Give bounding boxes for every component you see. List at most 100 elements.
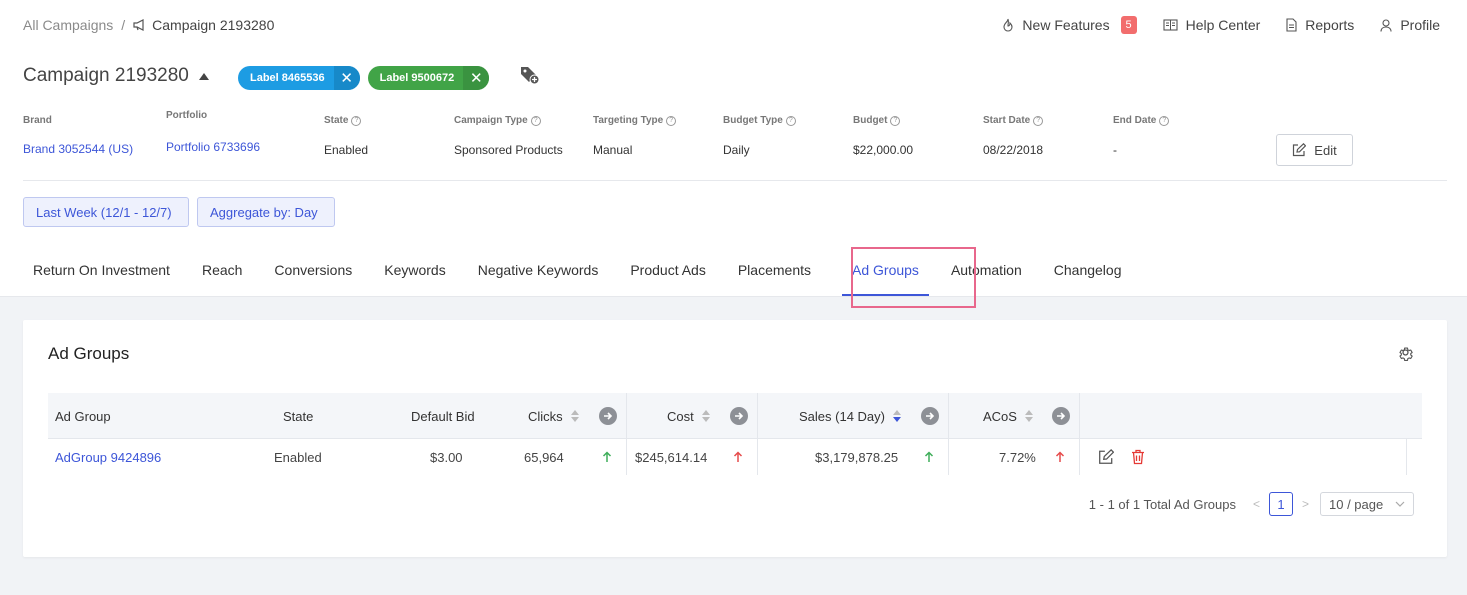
field-brand: Brand Brand 3052544 (US) xyxy=(23,115,133,156)
field-label-text: Campaign Type xyxy=(454,115,528,126)
field-state: State? Enabled xyxy=(324,115,368,157)
remove-label-icon[interactable]: ✕ xyxy=(463,66,490,90)
ad-group-link[interactable]: AdGroup 9424896 xyxy=(55,439,161,475)
help-icon[interactable]: ? xyxy=(1159,115,1170,126)
collapse-caret-icon[interactable] xyxy=(198,72,209,80)
highlight-box xyxy=(851,247,976,308)
tab-changelog[interactable]: Changelog xyxy=(1054,262,1122,296)
help-icon[interactable]: ? xyxy=(1033,115,1044,126)
field-label-text: Budget Type xyxy=(723,115,783,126)
column-acos[interactable]: ACoS xyxy=(983,393,1033,439)
field-label: End Date? xyxy=(1113,115,1170,126)
field-label-text: Budget xyxy=(853,115,888,126)
label-tag: Label 8465536 ✕ xyxy=(238,66,360,90)
new-features-link[interactable]: New Features 5 xyxy=(1002,16,1137,34)
column-sales[interactable]: Sales (14 Day) xyxy=(799,393,901,439)
sort-icon[interactable] xyxy=(701,410,710,422)
column-divider xyxy=(757,439,758,475)
column-state[interactable]: State xyxy=(283,393,313,439)
reports-link[interactable]: Reports xyxy=(1286,17,1354,33)
field-budget-type: Budget Type? Daily xyxy=(723,115,796,157)
breadcrumb-root-link[interactable]: All Campaigns xyxy=(23,17,113,33)
campaign-title-row: Campaign 2193280 xyxy=(23,65,209,87)
book-icon xyxy=(1163,19,1178,31)
field-targeting-type: Targeting Type? Manual xyxy=(593,115,677,157)
tab-keywords[interactable]: Keywords xyxy=(384,262,445,296)
column-divider xyxy=(948,439,949,475)
column-divider xyxy=(948,393,949,439)
edit-button[interactable]: Edit xyxy=(1276,134,1353,166)
edit-icon xyxy=(1292,143,1307,157)
help-icon[interactable]: ? xyxy=(666,115,677,126)
field-label: Brand xyxy=(23,115,52,126)
help-icon[interactable]: ? xyxy=(351,115,362,126)
tab-placements[interactable]: Placements xyxy=(738,262,811,296)
field-value: $22,000.00 xyxy=(853,143,914,157)
portfolio-link[interactable]: Portfolio 6733696 xyxy=(166,140,260,154)
tab-negative-keywords[interactable]: Negative Keywords xyxy=(478,262,599,296)
help-center-link[interactable]: Help Center xyxy=(1163,17,1261,33)
prev-page-icon[interactable]: < xyxy=(1250,497,1263,511)
column-divider xyxy=(757,393,758,439)
chevron-down-icon xyxy=(1395,501,1405,507)
column-cost[interactable]: Cost xyxy=(667,393,710,439)
tab-conversions[interactable]: Conversions xyxy=(274,262,352,296)
field-label: Budget Type? xyxy=(723,115,796,126)
next-page-icon[interactable]: > xyxy=(1299,497,1312,511)
trend-up-arrow-icon xyxy=(924,439,934,475)
field-value: 08/22/2018 xyxy=(983,143,1044,157)
sort-icon[interactable] xyxy=(1024,410,1033,422)
compare-arrow-icon[interactable] xyxy=(599,393,617,439)
breadcrumb-current-label: Campaign 2193280 xyxy=(152,17,275,33)
field-label: State? xyxy=(324,115,362,126)
cell-acos: 7.72% xyxy=(999,449,1036,465)
add-label-icon[interactable] xyxy=(520,66,540,84)
help-icon[interactable]: ? xyxy=(530,115,541,126)
help-center-label: Help Center xyxy=(1185,17,1261,33)
trend-up-arrow-icon xyxy=(733,439,743,475)
help-icon[interactable]: ? xyxy=(785,115,796,126)
document-icon xyxy=(1286,18,1297,32)
compare-arrow-icon[interactable] xyxy=(921,393,939,439)
date-range-picker[interactable]: Last Week (12/1 - 12/7) xyxy=(23,197,189,227)
sort-icon[interactable] xyxy=(570,410,579,422)
column-ad-group[interactable]: Ad Group xyxy=(55,393,111,439)
edit-button-label: Edit xyxy=(1314,142,1337,158)
brand-link[interactable]: Brand 3052544 (US) xyxy=(23,142,133,156)
pagination: 1 - 1 of 1 Total Ad Groups < 1 > 10 / pa… xyxy=(1089,492,1414,516)
aggregate-selector[interactable]: Aggregate by: Day xyxy=(197,197,335,227)
field-budget: Budget? $22,000.00 xyxy=(853,115,913,157)
tab-product-ads[interactable]: Product Ads xyxy=(630,262,706,296)
profile-link[interactable]: Profile xyxy=(1380,17,1440,33)
sort-icon[interactable] xyxy=(892,410,901,422)
flame-icon xyxy=(1002,18,1014,32)
compare-arrow-icon[interactable] xyxy=(1052,393,1070,439)
tab-bar: Return On Investment Reach Conversions K… xyxy=(33,262,1154,296)
breadcrumb-current: Campaign 2193280 xyxy=(133,17,274,33)
table-row: AdGroup 9424896 Enabled $3.00 65,964 $24… xyxy=(48,439,1422,475)
edit-row-icon[interactable] xyxy=(1098,439,1114,475)
field-campaign-type: Campaign Type? Sponsored Products xyxy=(454,115,563,157)
delete-icon[interactable] xyxy=(1131,439,1145,475)
breadcrumb-separator: / xyxy=(121,17,126,33)
tab-return-on-investment[interactable]: Return On Investment xyxy=(33,262,170,296)
column-cost-label: Cost xyxy=(667,408,694,424)
cell-clicks: 65,964 xyxy=(524,449,564,465)
scrollbar-track[interactable] xyxy=(1406,439,1407,475)
user-icon xyxy=(1380,18,1392,32)
gear-icon[interactable] xyxy=(1397,344,1414,361)
column-clicks[interactable]: Clicks xyxy=(528,393,579,439)
column-default-bid[interactable]: Default Bid xyxy=(411,393,475,439)
help-icon[interactable]: ? xyxy=(890,115,901,126)
remove-label-icon[interactable]: ✕ xyxy=(333,66,360,90)
field-value: Sponsored Products xyxy=(454,143,563,157)
page-size-select[interactable]: 10 / page xyxy=(1320,492,1414,516)
field-label: Campaign Type? xyxy=(454,115,541,126)
table-header: Ad Group State Default Bid Clicks Cost S… xyxy=(48,393,1422,439)
megaphone-icon xyxy=(133,19,147,31)
compare-arrow-icon[interactable] xyxy=(730,393,748,439)
field-value: Manual xyxy=(593,143,633,157)
page-1-button[interactable]: 1 xyxy=(1268,492,1293,516)
tab-reach[interactable]: Reach xyxy=(202,262,242,296)
card-title: Ad Groups xyxy=(48,344,130,363)
